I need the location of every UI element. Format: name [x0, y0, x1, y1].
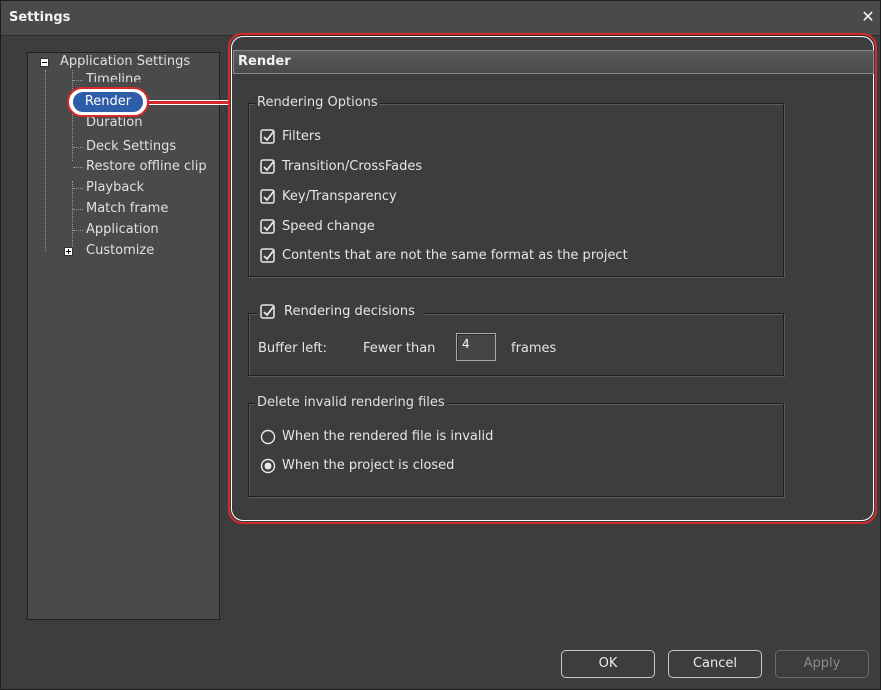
- tree-item-restore-offline-clip[interactable]: Restore offline clip: [86, 157, 207, 177]
- panel-header: Render: [233, 50, 874, 74]
- tree-item-customize[interactable]: Customize: [86, 241, 154, 261]
- callout-connector: [149, 100, 230, 105]
- window-title: Settings: [9, 10, 71, 25]
- expand-icon[interactable]: [64, 247, 73, 256]
- rendering-decisions-label: Rendering decisions: [284, 304, 415, 319]
- radio-unselected-icon: [260, 429, 276, 445]
- tree-connector-line: [45, 70, 46, 252]
- panel-title: Render: [238, 54, 291, 69]
- rendering-decisions-checkbox[interactable]: Rendering decisions: [258, 302, 423, 322]
- tree-item-match-frame[interactable]: Match frame: [86, 199, 168, 219]
- ok-button[interactable]: OK: [561, 650, 655, 678]
- tree-connector-line: [72, 181, 73, 253]
- tree-item-playback[interactable]: Playback: [86, 178, 144, 198]
- tree-item-render[interactable]: Render: [73, 92, 143, 112]
- fewer-than-label: Fewer than: [363, 341, 436, 356]
- tree-branch-line: [73, 147, 83, 148]
- tree-item-deck-settings[interactable]: Deck Settings: [86, 137, 176, 157]
- speed-change-label: Speed change: [282, 219, 375, 234]
- tree-item-timeline[interactable]: Timeline: [86, 70, 141, 82]
- different-format-label: Contents that are not the same format as…: [282, 248, 628, 263]
- checkbox-checked-icon: [260, 189, 275, 204]
- delete-invalid-group: Delete invalid rendering files: [248, 394, 784, 497]
- buffer-left-label: Buffer left:: [258, 341, 328, 356]
- close-icon[interactable]: ✕: [858, 7, 878, 27]
- filters-label: Filters: [282, 129, 321, 144]
- buffer-frames-input[interactable]: 4: [456, 333, 496, 361]
- checkbox-checked-icon: [260, 129, 275, 144]
- key-transparency-label: Key/Transparency: [282, 189, 397, 204]
- collapse-icon[interactable]: [40, 58, 49, 67]
- cancel-button[interactable]: Cancel: [668, 650, 762, 678]
- tree-branch-line: [73, 167, 83, 168]
- checkbox-checked-icon: [260, 304, 275, 319]
- highlight-callout: Render: [67, 87, 149, 117]
- transition-crossfades-label: Transition/CrossFades: [282, 159, 423, 174]
- rendering-options-legend: Rendering Options: [255, 94, 380, 112]
- checkbox-checked-icon: [260, 159, 275, 174]
- tree-branch-line: [73, 80, 83, 81]
- tree-item-application-settings[interactable]: Application Settings: [60, 52, 190, 72]
- tree-branch-line: [73, 230, 83, 231]
- delete-invalid-legend: Delete invalid rendering files: [255, 394, 447, 412]
- checkbox-checked-icon: [260, 248, 275, 263]
- title-bar: Settings ✕: [1, 1, 880, 36]
- radio-selected-icon: [260, 458, 276, 474]
- when-file-invalid-label: When the rendered file is invalid: [282, 429, 494, 444]
- checkbox-checked-icon: [260, 219, 275, 234]
- when-project-closed-label: When the project is closed: [282, 458, 455, 473]
- apply-button[interactable]: Apply: [775, 650, 869, 678]
- tree-item-duration[interactable]: Duration: [86, 117, 142, 134]
- tree-branch-line: [73, 209, 83, 210]
- tree-item-application[interactable]: Application: [86, 220, 159, 240]
- frames-label: frames: [511, 341, 557, 356]
- tree-branch-line: [73, 188, 83, 189]
